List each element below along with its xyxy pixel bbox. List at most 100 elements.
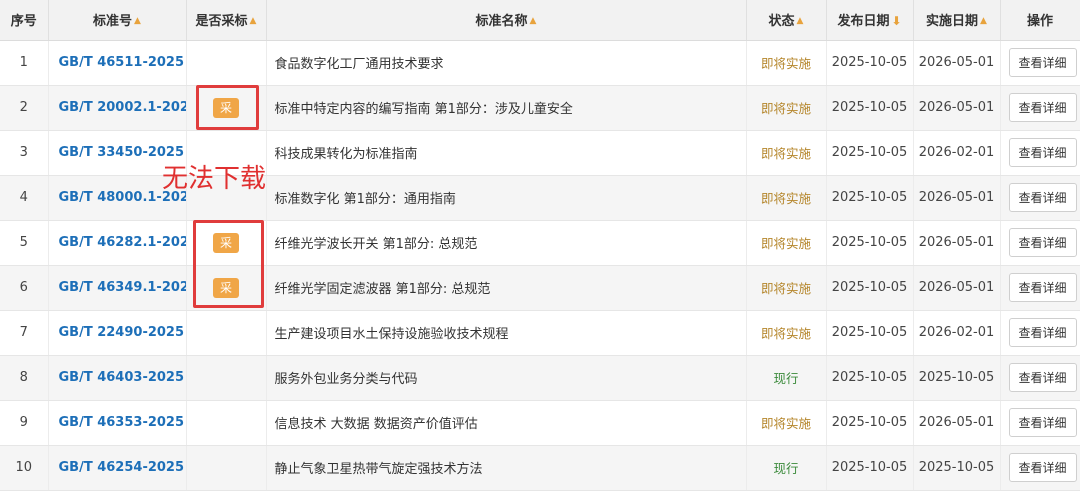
sort-asc-icon[interactable]: ▲ [250, 16, 257, 26]
cell-code: GB/T 46254-2025 [48, 445, 187, 491]
sort-asc-icon[interactable]: ▲ [980, 16, 987, 26]
cell-publish-date: 2025-10-05 [826, 310, 914, 356]
standard-code-link[interactable]: GB/T 20002.1-2025 [59, 100, 186, 115]
header-impl-label: 实施日期 [926, 14, 979, 30]
cell-status: 即将实施 [746, 265, 827, 311]
cell-name: 纤维光学波长开关 第1部分: 总规范 [266, 220, 747, 266]
standard-code-link[interactable]: GB/T 46254-2025 [59, 460, 185, 475]
sort-desc-icon[interactable]: ⬇ [891, 14, 901, 28]
cell-publish-date: 2025-10-05 [826, 355, 914, 401]
table-row: 6 GB/T 46349.1-2025 采纤维光学固定滤波器 第1部分: 总规范 即将… [0, 265, 1080, 311]
cell-adopt [186, 445, 267, 491]
cell-publish-date: 2025-10-05 [826, 130, 914, 176]
standard-code-link[interactable]: GB/T 46403-2025 [59, 370, 185, 385]
cell-name: 食品数字化工厂通用技术要求 [266, 40, 747, 86]
header-name-label: 标准名称 [475, 14, 528, 30]
cell-name: 静止气象卫星热带气旋定强技术方法 [266, 445, 747, 491]
cell-seq: 4 [0, 175, 49, 221]
cell-code: GB/T 46403-2025 [48, 355, 187, 401]
table-row: 7 GB/T 22490-2025 生产建设项目水土保持设施验收技术规程 即将实施 20… [0, 310, 1080, 356]
sort-asc-icon[interactable]: ▲ [530, 16, 537, 26]
view-details-button[interactable]: 查看详细 [1008, 273, 1077, 302]
cell-status: 即将实施 [746, 310, 827, 356]
view-details-button[interactable]: 查看详细 [1008, 93, 1077, 122]
cell-status: 即将实施 [746, 40, 827, 86]
view-details-button[interactable]: 查看详细 [1008, 228, 1077, 257]
sort-asc-icon[interactable]: ▲ [134, 16, 141, 26]
table-row: 5 GB/T 46282.1-2025 采纤维光学波长开关 第1部分: 总规范 即将实… [0, 220, 1080, 266]
header-adopt[interactable]: 是否采标 ▲ [186, 0, 267, 41]
cell-status: 即将实施 [746, 85, 827, 131]
cell-impl-date: 2026-05-01 [913, 400, 1001, 446]
cell-seq: 5 [0, 220, 49, 266]
cell-name: 纤维光学固定滤波器 第1部分: 总规范 [266, 265, 747, 311]
cell-code: GB/T 46282.1-2025 [48, 220, 187, 266]
header-publish-date[interactable]: 发布日期 ⬇ [826, 0, 914, 41]
header-impl-date[interactable]: 实施日期 ▲ [913, 0, 1001, 41]
header-code-label: 标准号 [93, 14, 133, 30]
cell-action: 查看详细 [1000, 130, 1080, 176]
cell-publish-date: 2025-10-05 [826, 175, 914, 221]
cell-seq: 9 [0, 400, 49, 446]
view-details-button[interactable]: 查看详细 [1008, 138, 1077, 167]
cell-status: 即将实施 [746, 400, 827, 446]
cell-impl-date: 2026-05-01 [913, 40, 1001, 86]
header-name[interactable]: 标准名称 ▲ [266, 0, 747, 41]
cell-action: 查看详细 [1000, 85, 1080, 131]
cell-impl-date: 2026-02-01 [913, 310, 1001, 356]
header-seq-label: 序号 [10, 14, 37, 30]
header-status[interactable]: 状态 ▲ [746, 0, 827, 41]
cell-action: 查看详细 [1000, 40, 1080, 86]
cell-seq: 2 [0, 85, 49, 131]
cell-code: GB/T 22490-2025 [48, 310, 187, 356]
header-code[interactable]: 标准号 ▲ [48, 0, 187, 41]
standard-code-link[interactable]: GB/T 22490-2025 [59, 325, 185, 340]
header-publish-label: 发布日期 [837, 14, 890, 30]
view-details-button[interactable]: 查看详细 [1008, 183, 1077, 212]
view-details-button[interactable]: 查看详细 [1008, 453, 1077, 482]
header-action: 操作 [1000, 0, 1080, 41]
cell-action: 查看详细 [1000, 310, 1080, 356]
view-details-button[interactable]: 查看详细 [1008, 318, 1077, 347]
cell-name: 信息技术 大数据 数据资产价值评估 [266, 400, 747, 446]
cell-publish-date: 2025-10-05 [826, 445, 914, 491]
view-details-button[interactable]: 查看详细 [1008, 363, 1077, 392]
standard-code-link[interactable]: GB/T 46349.1-2025 [59, 280, 186, 295]
table-row: 2 GB/T 20002.1-2025 采标准中特定内容的编写指南 第1部分：涉及儿… [0, 85, 1080, 131]
cell-status: 现行 [746, 445, 827, 491]
cell-code: GB/T 46353-2025 [48, 400, 187, 446]
cell-status: 即将实施 [746, 220, 827, 266]
cell-impl-date: 2026-05-01 [913, 175, 1001, 221]
cell-seq: 7 [0, 310, 49, 356]
cell-adopt [186, 355, 267, 401]
cell-code: GB/T 46349.1-2025 [48, 265, 187, 311]
standard-code-link[interactable]: GB/T 46282.1-2025 [59, 235, 186, 250]
cell-publish-date: 2025-10-05 [826, 40, 914, 86]
cell-seq: 10 [0, 445, 49, 491]
header-seq: 序号 [0, 0, 49, 41]
cell-action: 查看详细 [1000, 175, 1080, 221]
cell-action: 查看详细 [1000, 445, 1080, 491]
standard-code-link[interactable]: GB/T 46511-2025 [59, 55, 185, 70]
view-details-button[interactable]: 查看详细 [1008, 408, 1077, 437]
cell-action: 查看详细 [1000, 355, 1080, 401]
annotation-cannot-download: 无法下载 [162, 164, 267, 194]
table-row: 8 GB/T 46403-2025 服务外包业务分类与代码 现行 2025-10-05 2… [0, 355, 1080, 401]
cell-action: 查看详细 [1000, 265, 1080, 311]
cell-adopt [186, 40, 267, 86]
header-action-label: 操作 [1026, 14, 1053, 30]
cell-name: 服务外包业务分类与代码 [266, 355, 747, 401]
header-adopt-label: 是否采标 [195, 14, 248, 30]
cell-impl-date: 2026-05-01 [913, 220, 1001, 266]
view-details-button[interactable]: 查看详细 [1008, 48, 1077, 77]
sort-asc-icon[interactable]: ▲ [797, 16, 804, 26]
cell-adopt [186, 400, 267, 446]
standard-code-link[interactable]: GB/T 46353-2025 [59, 415, 185, 430]
cell-impl-date: 2026-02-01 [913, 130, 1001, 176]
cell-status: 即将实施 [746, 175, 827, 221]
cell-action: 查看详细 [1000, 220, 1080, 266]
cell-seq: 8 [0, 355, 49, 401]
cell-name: 生产建设项目水土保持设施验收技术规程 [266, 310, 747, 356]
cell-adopt [186, 310, 267, 356]
standards-table: 序号 标准号 ▲ 是否采标 ▲ 标准名称 ▲ 状态 ▲ 发布日期 ⬇ 实施日期 ▲ 操作 1… [0, 0, 1080, 491]
